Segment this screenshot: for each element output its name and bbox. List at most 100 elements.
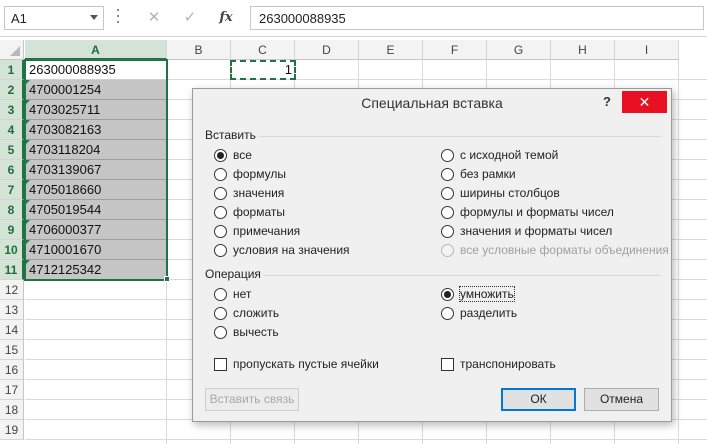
row-header[interactable]: 4 bbox=[0, 120, 24, 140]
row-header[interactable]: 19 bbox=[0, 420, 24, 440]
error-indicator-icon[interactable] bbox=[25, 80, 30, 85]
ok-button[interactable]: ОК bbox=[501, 388, 576, 411]
column-header-d[interactable]: D bbox=[295, 40, 359, 60]
column-header-e[interactable]: E bbox=[359, 40, 423, 60]
enter-icon[interactable]: ✓ bbox=[176, 6, 204, 30]
error-indicator-icon[interactable] bbox=[25, 240, 30, 245]
row-header[interactable]: 7 bbox=[0, 180, 24, 200]
radio-icon[interactable] bbox=[214, 187, 227, 200]
column-header-b[interactable]: B bbox=[167, 40, 231, 60]
radio-icon[interactable] bbox=[214, 307, 227, 320]
cell-a6[interactable]: 4703139067 bbox=[25, 160, 167, 180]
checkbox-icon[interactable] bbox=[214, 358, 227, 371]
cell-a7[interactable]: 4705018660 bbox=[25, 180, 167, 200]
radio-paste-column-widths[interactable]: ширины столбцов bbox=[441, 185, 560, 202]
error-indicator-icon[interactable] bbox=[25, 220, 30, 225]
row-header[interactable]: 9 bbox=[0, 220, 24, 240]
radio-icon[interactable] bbox=[214, 326, 227, 339]
help-icon[interactable]: ? bbox=[603, 94, 611, 109]
radio-icon[interactable] bbox=[214, 206, 227, 219]
radio-paste-source-theme[interactable]: с исходной темой bbox=[441, 147, 558, 164]
row-header[interactable]: 16 bbox=[0, 360, 24, 380]
radio-icon[interactable] bbox=[441, 206, 454, 219]
radio-operation-add[interactable]: сложить bbox=[214, 305, 279, 322]
cancel-button[interactable]: Отмена bbox=[584, 388, 659, 411]
radio-icon[interactable] bbox=[214, 288, 227, 301]
row-header[interactable]: 17 bbox=[0, 380, 24, 400]
radio-operation-subtract[interactable]: вычесть bbox=[214, 324, 279, 341]
radio-selected-icon[interactable] bbox=[441, 288, 454, 301]
row-header[interactable]: 13 bbox=[0, 300, 24, 320]
error-indicator-icon[interactable] bbox=[25, 100, 30, 105]
row-header[interactable]: 15 bbox=[0, 340, 24, 360]
error-indicator-icon[interactable] bbox=[25, 200, 30, 205]
cancel-icon[interactable]: ✕ bbox=[140, 6, 168, 30]
insert-function-icon[interactable]: fx bbox=[212, 6, 240, 30]
radio-paste-formats[interactable]: форматы bbox=[214, 204, 285, 221]
column-header-g[interactable]: G bbox=[487, 40, 551, 60]
checkbox-icon[interactable] bbox=[441, 358, 454, 371]
radio-icon[interactable] bbox=[214, 168, 227, 181]
fill-handle[interactable] bbox=[164, 276, 170, 282]
radio-paste-formulas[interactable]: формулы bbox=[214, 166, 286, 183]
cell-a9[interactable]: 4706000377 bbox=[25, 220, 167, 240]
cell-a11[interactable]: 4712125342 bbox=[25, 260, 167, 280]
column-header-h[interactable]: H bbox=[551, 40, 615, 60]
cell-a3[interactable]: 4703025711 bbox=[25, 100, 167, 120]
error-indicator-icon[interactable] bbox=[25, 260, 30, 265]
cell-a8[interactable]: 4705019544 bbox=[25, 200, 167, 220]
cell-a4[interactable]: 4703082163 bbox=[25, 120, 167, 140]
radio-selected-icon[interactable] bbox=[214, 149, 227, 162]
radio-icon[interactable] bbox=[214, 244, 227, 257]
cell-a10[interactable]: 4710001670 bbox=[25, 240, 167, 260]
row-header[interactable]: 11 bbox=[0, 260, 24, 280]
error-indicator-icon[interactable] bbox=[25, 160, 30, 165]
row-header[interactable]: 8 bbox=[0, 200, 24, 220]
column-header-i[interactable]: I bbox=[615, 40, 679, 60]
radio-icon[interactable] bbox=[214, 225, 227, 238]
row-header[interactable]: 14 bbox=[0, 320, 24, 340]
error-indicator-icon[interactable] bbox=[25, 180, 30, 185]
radio-operation-none[interactable]: нет bbox=[214, 286, 251, 303]
radio-operation-multiply[interactable]: умножить bbox=[441, 286, 515, 303]
cell-a2[interactable]: 4700001254 bbox=[25, 80, 167, 100]
cell-a5[interactable]: 4703118204 bbox=[25, 140, 167, 160]
row-header[interactable]: 3 bbox=[0, 100, 24, 120]
radio-paste-validation[interactable]: условия на значения bbox=[214, 242, 350, 259]
column-header-a[interactable]: A bbox=[25, 40, 167, 60]
radio-paste-formulas-number-formats[interactable]: формулы и форматы чисел bbox=[441, 204, 614, 221]
radio-icon[interactable] bbox=[441, 149, 454, 162]
chevron-down-icon[interactable] bbox=[90, 15, 98, 20]
column-header-c[interactable]: C bbox=[231, 40, 295, 60]
radio-operation-divide[interactable]: разделить bbox=[441, 305, 517, 322]
name-box[interactable]: A1 bbox=[4, 6, 104, 30]
row-header[interactable]: 12 bbox=[0, 280, 24, 300]
radio-paste-all[interactable]: все bbox=[214, 147, 252, 164]
row-header[interactable]: 18 bbox=[0, 400, 24, 420]
radio-paste-comments[interactable]: примечания bbox=[214, 223, 300, 240]
column-header-f[interactable]: F bbox=[423, 40, 487, 60]
radio-icon[interactable] bbox=[441, 307, 454, 320]
row-header[interactable]: 10 bbox=[0, 240, 24, 260]
radio-paste-no-borders[interactable]: без рамки bbox=[441, 166, 516, 183]
transpose-checkbox[interactable]: транспонировать bbox=[441, 356, 556, 373]
close-icon[interactable]: ✕ bbox=[622, 91, 667, 113]
radio-icon[interactable] bbox=[441, 225, 454, 238]
error-indicator-icon[interactable] bbox=[25, 140, 30, 145]
formula-input[interactable]: 263000088935 bbox=[250, 6, 704, 30]
row-header[interactable]: 6 bbox=[0, 160, 24, 180]
row-header[interactable]: 1 bbox=[0, 60, 24, 80]
cell-c1[interactable]: 1 bbox=[230, 60, 292, 80]
cell-a1[interactable]: 263000088935 bbox=[25, 60, 167, 80]
radio-icon[interactable] bbox=[441, 168, 454, 181]
skip-blanks-checkbox[interactable]: пропускать пустые ячейки bbox=[214, 356, 379, 373]
row-header[interactable]: 2 bbox=[0, 80, 24, 100]
radio-icon[interactable] bbox=[441, 187, 454, 200]
operation-group-label: Операция bbox=[205, 267, 261, 281]
radio-paste-values-number-formats[interactable]: значения и форматы чисел bbox=[441, 223, 612, 240]
select-all-corner[interactable] bbox=[0, 40, 24, 60]
radio-paste-values[interactable]: значения bbox=[214, 185, 284, 202]
drag-handle-icon[interactable] bbox=[116, 9, 120, 27]
row-header[interactable]: 5 bbox=[0, 140, 24, 160]
error-indicator-icon[interactable] bbox=[25, 120, 30, 125]
